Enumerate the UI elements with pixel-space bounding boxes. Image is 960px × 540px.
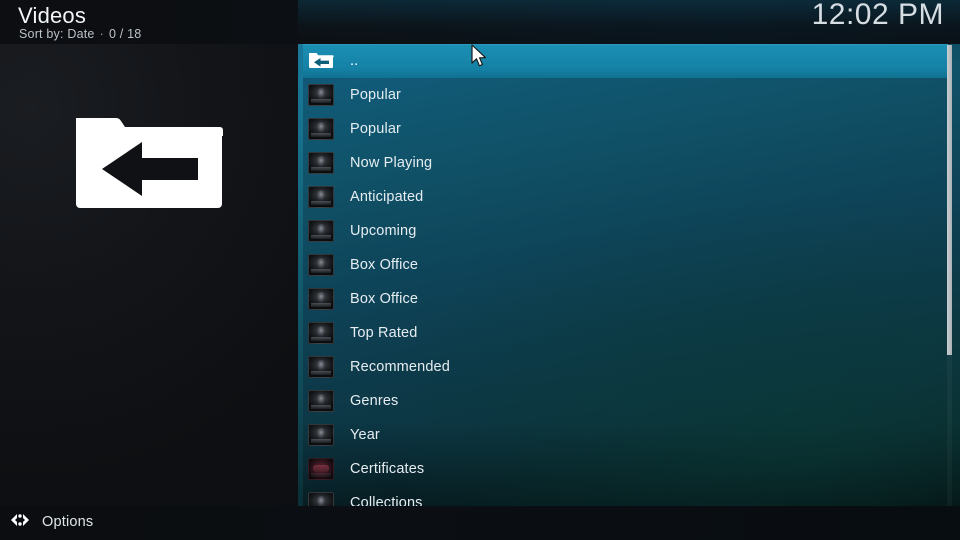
poster-icon <box>308 288 334 310</box>
list-item[interactable]: Upcoming <box>303 214 948 248</box>
list-item[interactable]: Recommended <box>303 350 948 384</box>
poster-icon <box>308 118 334 140</box>
list-item[interactable]: Box Office <box>303 282 948 316</box>
list-scrollbar-thumb[interactable] <box>947 45 952 355</box>
poster-icon <box>308 254 334 276</box>
list-item-label: Collections <box>350 495 423 506</box>
poster-thumbnail <box>308 220 334 242</box>
list-item-label: Box Office <box>350 257 419 273</box>
bottom-bar <box>0 506 960 540</box>
list-item-label: Popular <box>350 121 402 137</box>
kodi-app-window: Videos Sort by: Date · 0 / 18 12:02 PM .. P… <box>0 0 960 540</box>
poster-icon <box>308 220 334 242</box>
list-item[interactable]: Box Office <box>303 248 948 282</box>
clock: 12:02 PM <box>811 0 944 31</box>
list-item-label: Genres <box>350 393 399 409</box>
poster-thumbnail <box>308 152 334 174</box>
poster-thumbnail <box>308 84 334 106</box>
item-count: 0 / 18 <box>108 27 142 41</box>
list-item-label: Top Rated <box>350 325 418 341</box>
poster-thumbnail <box>308 322 334 344</box>
options-label: Options <box>42 514 94 530</box>
list-item-label: Upcoming <box>350 223 417 239</box>
list-item[interactable]: Year <box>303 418 948 452</box>
left-right-arrows-icon <box>10 512 30 533</box>
poster-thumbnail <box>308 424 334 446</box>
page-subtitle: Sort by: Date · 0 / 18 <box>19 27 141 41</box>
poster-icon <box>308 186 334 208</box>
list-item-label: Popular <box>350 87 402 103</box>
poster-thumbnail <box>308 390 334 412</box>
poster-icon <box>308 492 334 506</box>
poster-icon <box>308 356 334 378</box>
left-info-pane <box>0 0 298 540</box>
list-item[interactable]: .. <box>303 44 948 78</box>
list-item[interactable]: Popular <box>303 112 948 146</box>
parent-folder-icon <box>308 50 334 72</box>
poster-thumbnail <box>308 118 334 140</box>
list-item-label: Now Playing <box>350 155 433 171</box>
list-item-label: Recommended <box>350 359 450 375</box>
list-item[interactable]: Top Rated <box>303 316 948 350</box>
poster-thumbnail <box>308 458 334 480</box>
list-item-label: Year <box>350 427 380 443</box>
list-item-label: .. <box>350 53 359 69</box>
list-item[interactable]: Anticipated <box>303 180 948 214</box>
folder-back-icon <box>74 100 224 210</box>
sort-label: Sort by: Date <box>19 27 95 41</box>
poster-icon <box>308 322 334 344</box>
list-item-label: Certificates <box>350 461 425 477</box>
poster-icon <box>308 458 334 480</box>
list-item[interactable]: Collections <box>303 486 948 506</box>
list-item[interactable]: Genres <box>303 384 948 418</box>
subtitle-separator: · <box>99 27 104 41</box>
media-list[interactable]: .. Popular Popular Now Playing Anticipated Up… <box>303 44 948 506</box>
poster-thumbnail <box>308 254 334 276</box>
list-item-label: Anticipated <box>350 189 424 205</box>
options-button[interactable]: Options <box>10 510 93 534</box>
page-title: Videos <box>18 3 87 28</box>
poster-icon <box>308 84 334 106</box>
poster-thumbnail <box>308 492 334 506</box>
list-item[interactable]: Popular <box>303 78 948 112</box>
list-item[interactable]: Now Playing <box>303 146 948 180</box>
poster-thumbnail <box>308 356 334 378</box>
list-item-label: Box Office <box>350 291 419 307</box>
poster-icon <box>308 424 334 446</box>
list-item[interactable]: Certificates <box>303 452 948 486</box>
poster-thumbnail <box>308 186 334 208</box>
poster-thumbnail <box>308 288 334 310</box>
poster-icon <box>308 390 334 412</box>
poster-icon <box>308 152 334 174</box>
